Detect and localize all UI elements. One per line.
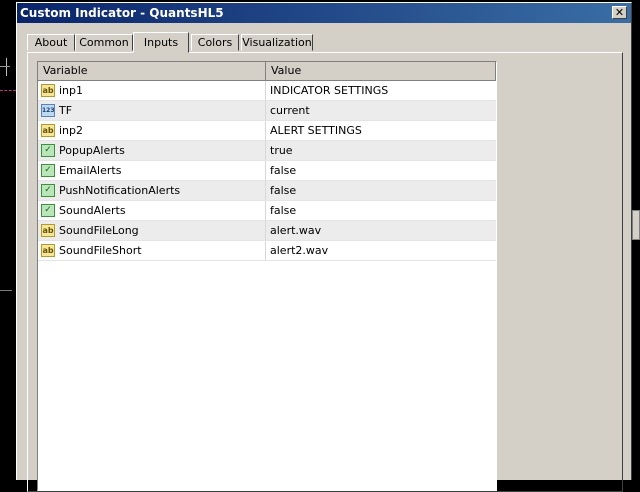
variable-name: inp2 [59,124,84,137]
chart-line [6,58,7,76]
tab-common[interactable]: Common [75,34,133,51]
variable-name: inp1 [59,84,84,97]
grid-header: Variable Value [38,62,496,81]
value-cell[interactable]: false [266,181,496,200]
variable-cell: ab inp1 [40,81,266,100]
table-row[interactable]: ab inp2 ALERT SETTINGS [38,121,496,141]
variable-name: PopupAlerts [59,144,125,157]
column-header-variable[interactable]: Variable [38,62,266,80]
variable-cell: ✓ SoundAlerts [40,201,266,220]
variable-name: SoundFileLong [59,224,139,237]
variable-cell: ab SoundFileShort [40,241,266,260]
string-icon: ab [41,244,55,257]
value-cell[interactable]: alert.wav [266,221,496,240]
variable-name: TF [59,104,73,117]
variable-name: SoundAlerts [59,204,126,217]
variable-cell: ab SoundFileLong [40,221,266,240]
chart-line [0,66,10,67]
variable-cell: ✓ PopupAlerts [40,141,266,160]
boolean-icon: ✓ [41,204,55,217]
column-header-value[interactable]: Value [266,62,496,80]
number-icon: 123 [41,104,55,117]
custom-indicator-dialog: Custom Indicator - QuantsHL5 ✕ About Com… [16,2,632,492]
table-row[interactable]: ab SoundFileShort alert2.wav [38,241,496,261]
value-cell[interactable]: false [266,161,496,180]
string-icon: ab [41,84,55,97]
boolean-icon: ✓ [41,144,55,157]
string-icon: ab [41,124,55,137]
variable-cell: ✓ PushNotificationAlerts [40,181,266,200]
table-row[interactable]: ✓ SoundAlerts false [38,201,496,221]
variable-cell: ab inp2 [40,121,266,140]
tab-inputs[interactable]: Inputs [133,32,189,53]
tab-colors[interactable]: Colors [191,34,239,51]
boolean-icon: ✓ [41,184,55,197]
variable-cell: 123 TF [40,101,266,120]
background-window-edge [632,210,640,240]
value-cell[interactable]: ALERT SETTINGS [266,121,496,140]
tab-about[interactable]: About [27,34,75,51]
close-icon[interactable]: ✕ [612,6,627,19]
chart-line [0,290,12,291]
tab-visualization[interactable]: Visualization [241,34,313,51]
title-bar[interactable]: Custom Indicator - QuantsHL5 ✕ [17,3,631,23]
table-row[interactable]: ✓ PopupAlerts true [38,141,496,161]
boolean-icon: ✓ [41,164,55,177]
value-cell[interactable]: INDICATOR SETTINGS [266,81,496,100]
window-title: Custom Indicator - QuantsHL5 [20,6,224,20]
variable-name: SoundFileShort [59,244,142,257]
table-row[interactable]: ab inp1 INDICATOR SETTINGS [38,81,496,101]
table-row[interactable]: ✓ PushNotificationAlerts false [38,181,496,201]
variable-name: PushNotificationAlerts [59,184,181,197]
variable-cell: ✓ EmailAlerts [40,161,266,180]
value-cell[interactable]: alert2.wav [266,241,496,260]
inputs-grid: Variable Value ab inp1 INDICATOR SETTING… [37,61,497,491]
table-row[interactable]: ✓ EmailAlerts false [38,161,496,181]
chart-level-line [0,90,16,91]
variable-name: EmailAlerts [59,164,122,177]
table-row[interactable]: ab SoundFileLong alert.wav [38,221,496,241]
value-cell[interactable]: false [266,201,496,220]
value-cell[interactable]: true [266,141,496,160]
table-row[interactable]: 123 TF current [38,101,496,121]
value-cell[interactable]: current [266,101,496,120]
string-icon: ab [41,224,55,237]
chart-background [0,0,16,480]
